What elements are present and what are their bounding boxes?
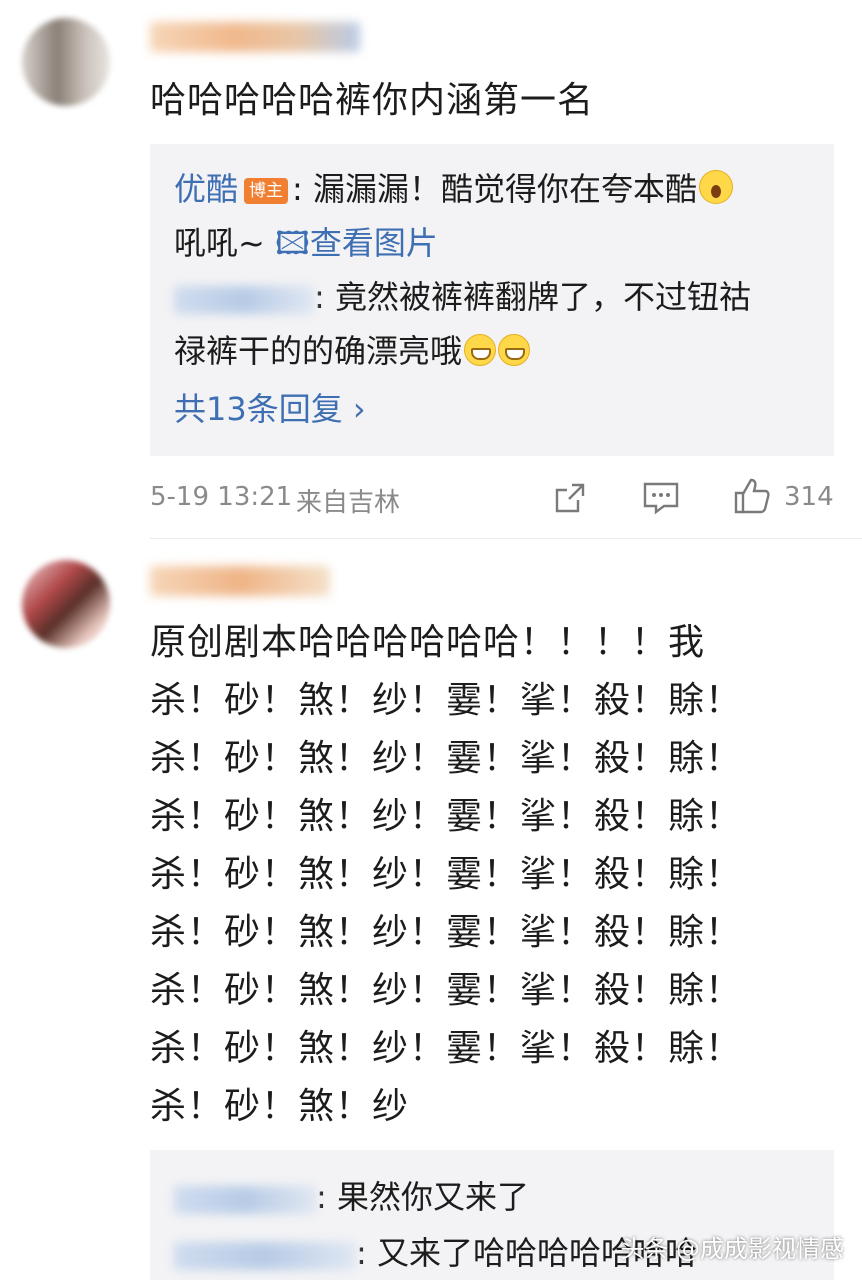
thumbs-up-icon[interactable] bbox=[732, 476, 772, 516]
comment-icon[interactable] bbox=[642, 480, 680, 516]
watermark: 头条 @成成影视情感 bbox=[620, 1235, 844, 1263]
avatar[interactable] bbox=[22, 560, 110, 648]
comment-text-line: 杀！砂！煞！纱！霎！挲！殺！賖！ bbox=[150, 854, 743, 895]
comment-text-line: 杀！砂！煞！纱！霎！挲！殺！賖！ bbox=[150, 796, 743, 837]
reply-username[interactable] bbox=[174, 1242, 356, 1270]
reply-item-continued: 吼吼~ 🖾查看图片 bbox=[174, 214, 438, 272]
reply-item: : 竟然被裤裤翻牌了，不过钮祜 bbox=[174, 268, 751, 326]
like-count: 314 bbox=[784, 482, 834, 512]
share-icon[interactable] bbox=[552, 480, 588, 516]
reply-text: : 果然你又来了 bbox=[316, 1178, 529, 1216]
username[interactable] bbox=[150, 566, 330, 596]
divider bbox=[150, 538, 862, 539]
reply-text: 禄裤干的的确漂亮哦 bbox=[174, 332, 463, 370]
reply-text: : 漏漏漏！酷觉得你在夸本酷 bbox=[292, 170, 697, 208]
comment-text-line: 杀！砂！煞！纱！霎！挲！殺！賖！ bbox=[150, 680, 743, 721]
reply-author[interactable]: 优酷 bbox=[174, 170, 238, 208]
comment-text-line: 杀！砂！煞！纱！霎！挲！殺！賖！ bbox=[150, 912, 743, 953]
reply-item: : 果然你又来了 bbox=[174, 1168, 529, 1226]
reply-text: : 竟然被裤裤翻牌了，不过钮祜 bbox=[314, 278, 751, 316]
reply-username[interactable] bbox=[174, 286, 314, 314]
comment-text-line: 杀！砂！煞！纱！霎！挲！殺！賖！ bbox=[150, 738, 743, 779]
comment-text-line: 杀！砂！煞！纱 bbox=[150, 1086, 410, 1127]
author-badge: 博主 bbox=[244, 178, 289, 204]
comment-text-line: 杀！砂！煞！纱！霎！挲！殺！賖！ bbox=[150, 1028, 743, 1069]
location: 来自吉林 bbox=[296, 488, 401, 518]
comment-text-line: 杀！砂！煞！纱！霎！挲！殺！賖！ bbox=[150, 970, 743, 1011]
username[interactable] bbox=[150, 22, 360, 52]
grin-emoji-icon bbox=[498, 334, 531, 366]
reply-thread[interactable]: 优酷 博主: 漏漏漏！酷觉得你在夸本酷 吼吼~ 🖾查看图片 : 竟然被裤裤翻牌了，… bbox=[150, 144, 834, 456]
comment-text: 哈哈哈哈哈裤你内涵第一名 bbox=[150, 80, 595, 121]
comment-text-line: 原创剧本哈哈哈哈哈哈！！！！我 bbox=[150, 622, 706, 663]
more-replies-link[interactable]: 共13条回复 › bbox=[174, 380, 366, 438]
grin-emoji-icon bbox=[464, 334, 497, 366]
reply-item: 优酷 博主: 漏漏漏！酷觉得你在夸本酷 bbox=[174, 160, 733, 218]
view-image-link[interactable]: 🖾查看图片 bbox=[275, 224, 438, 262]
scream-emoji-icon bbox=[698, 170, 733, 204]
reply-item-continued: 禄裤干的的确漂亮哦 bbox=[174, 322, 531, 380]
reply-text: 吼吼~ bbox=[174, 224, 275, 262]
reply-item: : 又来了哈哈哈哈哈哈哈 bbox=[174, 1224, 697, 1282]
reply-username[interactable] bbox=[174, 1186, 316, 1214]
avatar[interactable] bbox=[22, 18, 110, 106]
timestamp: 5-19 13:21 bbox=[150, 482, 293, 512]
